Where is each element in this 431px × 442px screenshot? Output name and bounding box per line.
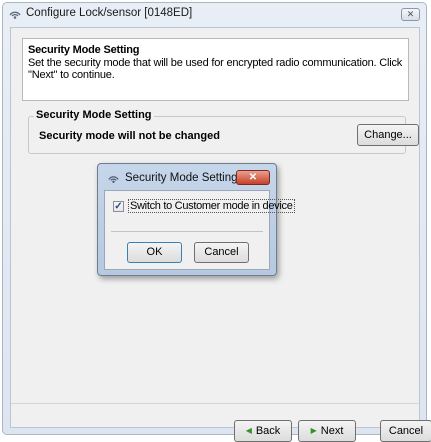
customer-mode-checkbox-row[interactable]: ✓ Switch to Customer mode in device	[113, 199, 295, 213]
window-title: Configure Lock/sensor [0148ED]	[26, 7, 193, 19]
dialog-divider	[111, 231, 263, 232]
footer-divider	[11, 403, 419, 404]
window-close-button[interactable]: ✕	[401, 8, 420, 21]
dialog-title: Security Mode Setting	[125, 172, 238, 184]
back-button[interactable]: ◀ Back	[234, 420, 292, 442]
cancel-button[interactable]: Cancel	[380, 420, 431, 442]
radio-signal-icon	[108, 176, 119, 183]
header-panel: Security Mode Setting Set the security m…	[22, 38, 409, 101]
customer-mode-checkbox[interactable]: ✓	[113, 200, 124, 212]
back-arrow-icon: ◀	[245, 426, 252, 435]
security-mode-dialog: Security Mode Setting ✕ ✓ Switch to Cust…	[97, 163, 295, 276]
back-label: Back	[255, 425, 281, 437]
next-button[interactable]: ▶ Next	[298, 420, 356, 442]
dialog-close-button[interactable]: ✕	[236, 170, 270, 185]
dialog-cancel-button[interactable]: Cancel	[194, 242, 249, 263]
title-bar[interactable]: Configure Lock/sensor [0148ED] ✕	[3, 3, 426, 25]
customer-mode-label[interactable]: Switch to Customer mode in device	[128, 199, 295, 213]
header-description: Set the security mode that will be used …	[28, 57, 403, 81]
change-button[interactable]: Change...	[357, 124, 419, 146]
security-mode-group: Security Mode Setting Security mode will…	[28, 109, 419, 154]
security-mode-status: Security mode will not be changed	[39, 130, 220, 142]
group-legend: Security Mode Setting	[34, 109, 154, 121]
dialog-body: ✓ Switch to Customer mode in device OK C…	[104, 190, 295, 270]
header-title: Security Mode Setting	[28, 44, 140, 56]
radio-signal-icon	[9, 11, 21, 19]
next-arrow-icon: ▶	[310, 426, 317, 435]
ok-button[interactable]: OK	[127, 242, 182, 263]
next-label: Next	[320, 425, 344, 437]
